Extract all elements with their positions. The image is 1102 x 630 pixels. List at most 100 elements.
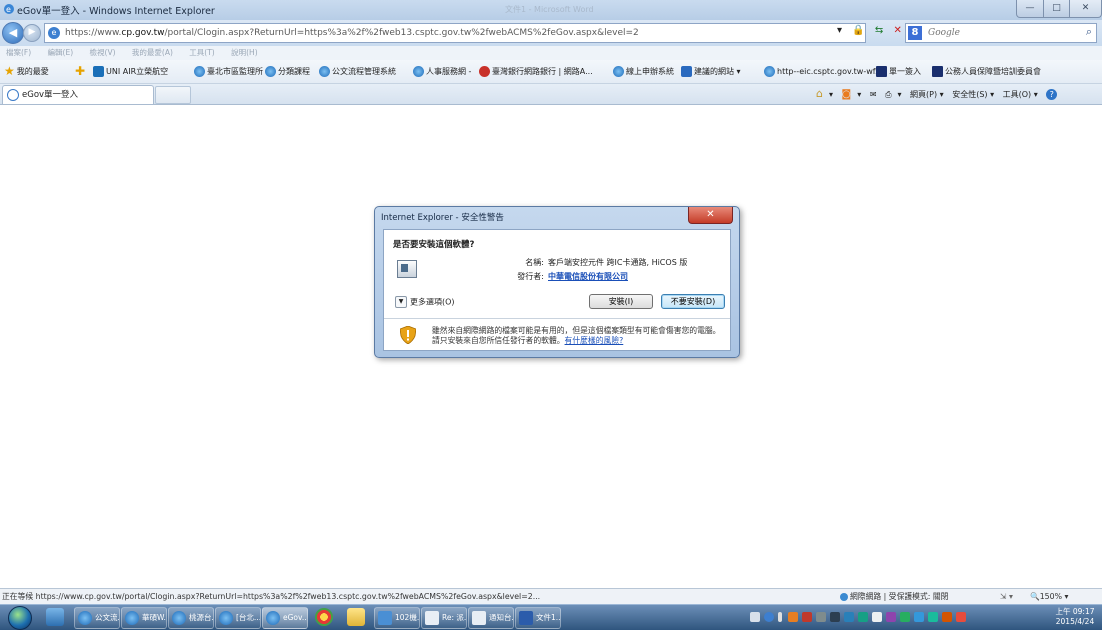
usb-icon[interactable] [816,612,826,622]
page-menu[interactable]: 網頁(P) ▾ [910,90,944,99]
fav-single-signon[interactable]: 單一簽入 [876,60,921,83]
gov-icon [932,66,943,77]
chat-icon[interactable] [914,612,924,622]
address-url[interactable]: https://www.cp.gov.tw/portal/Clogin.aspx… [65,24,639,42]
battery-icon[interactable] [830,612,840,622]
tab-bar: eGov單一登入 ⌂ ▾ ◙ ▾ ✉ ⎙ ▾ 網頁(P) ▾ 安全性(S) ▾ 工具(… [0,84,1102,105]
zoom-arrow-icon[interactable]: ⇲ ▾ [1000,589,1013,604]
update-icon[interactable] [886,612,896,622]
taskbar-item-egov[interactable]: eGov... [262,607,308,629]
menu-help[interactable]: 說明(H) [231,48,258,57]
search-box[interactable]: 8 ⌕ [905,23,1097,43]
tools-menu[interactable]: 工具(O) ▾ [1003,90,1038,99]
install-button[interactable]: 安裝(I) [589,294,653,309]
menu-tools[interactable]: 工具(T) [189,48,214,57]
sync-icon[interactable] [900,612,910,622]
menu-edit[interactable]: 編輯(E) [48,48,74,57]
risk-link[interactable]: 有什麼樣的風險? [565,336,624,345]
zoom-level[interactable]: 🔍150% ▾ [1030,589,1068,604]
help-icon[interactable]: ? [1046,89,1058,100]
status-bar: 正在等候 https://www.cp.gov.tw/portal/Clogin… [0,588,1102,605]
fav-taipei-dmv[interactable]: 臺北市區監理所 [194,60,263,83]
print-dropdown-icon[interactable]: ▾ [897,90,901,99]
network-tray-icon[interactable] [858,612,868,622]
search-icon[interactable]: ⌕ [1086,25,1092,39]
name-value: 客戶端安控元件 跨IC卡通路, HiCOS 版 [548,258,688,267]
network-app-icon[interactable] [46,608,64,626]
taskbar-item-ie1[interactable]: 公文流... [74,607,120,629]
flag-icon[interactable] [956,612,966,622]
lock-icon[interactable]: 🔒 [852,25,864,36]
taskbar: 公文流... 華碩W... 桃源台... [台北... eGov... 102機… [0,604,1102,630]
taskbar-item-102[interactable]: 102機... [374,607,420,629]
feeds-dropdown-icon[interactable]: ▾ [857,90,861,99]
home-dropdown-icon[interactable]: ▾ [829,90,833,99]
address-bar[interactable]: e https://www.cp.gov.tw/portal/Clogin.as… [44,23,866,43]
menu-favorites[interactable]: 我的最愛(A) [132,48,173,57]
help-tray-icon[interactable] [764,612,774,622]
cloud-icon[interactable] [928,612,938,622]
fav-online-application[interactable]: 線上申辦系統 [613,60,674,83]
stop-icon[interactable]: ✕ [893,25,901,36]
taskbar-item-ie3[interactable]: 桃源台... [168,607,214,629]
window-titlebar: e eGov單一登入 - Windows Internet Explorer 文… [0,0,1102,21]
clock[interactable]: 上午 09:17 2015/4/24 [1050,607,1100,627]
new-tab-button[interactable] [155,86,191,104]
tab-egov[interactable]: eGov單一登入 [2,85,154,104]
publisher-link[interactable]: 中華電信股份有限公司 [548,271,628,282]
taskbar-item-ie4[interactable]: [台北... [215,607,261,629]
svg-text:e: e [6,5,11,14]
favorites-button[interactable]: ★ 我的最愛 [4,60,49,83]
taskbar-item-re[interactable]: Re: 派... [421,607,467,629]
print-icon[interactable]: ⎙ [885,90,891,99]
display-icon[interactable] [844,612,854,622]
keyboard-icon[interactable] [750,612,760,622]
taskbar-item-ie2[interactable]: 華碩W... [121,607,167,629]
dropdown-arrow-icon[interactable]: ▾ [837,25,842,36]
dont-install-button[interactable]: 不要安裝(D) [661,294,725,309]
refresh-icon[interactable]: ⇆ [875,25,883,36]
volume-icon[interactable] [872,612,882,622]
fav-add-icon[interactable]: ✚ [75,60,87,83]
ie-logo-icon: e [3,3,15,15]
ie-page-icon [265,66,276,77]
office-tray-icon[interactable] [788,612,798,622]
folder-icon[interactable] [347,608,365,626]
fav-courses[interactable]: 分類課程 [265,60,310,83]
mail-icon[interactable]: ✉ [870,90,877,99]
start-button[interactable] [8,606,32,630]
back-button[interactable]: ◀ [2,22,24,44]
home-icon[interactable]: ⌂ [816,87,823,100]
safety-menu[interactable]: 安全性(S) ▾ [952,90,994,99]
search-input[interactable] [926,25,1080,41]
taskbar-item-notice[interactable]: 通知台... [468,607,514,629]
dialog-close-button[interactable]: ✕ [688,207,733,224]
feeds-icon[interactable]: ◙ [842,89,852,100]
name-label: 名稱: [525,258,544,267]
menu-view[interactable]: 檢視(V) [90,48,116,57]
fav-suggested-sites[interactable]: 建議的網站 ▾ [681,60,741,83]
command-bar: ⌂ ▾ ◙ ▾ ✉ ⎙ ▾ 網頁(P) ▾ 安全性(S) ▾ 工具(O) ▾ ? [816,84,1063,104]
minimize-button[interactable]: — [1016,0,1044,18]
security-zone[interactable]: 網際網路 | 受保護模式: 關閉 [840,589,948,604]
publisher-label: 發行者: [517,272,544,281]
taskbar-item-word[interactable]: 文件1... [515,607,561,629]
window-title: eGov單一登入 - Windows Internet Explorer [17,6,215,17]
fav-hr-service[interactable]: 人事服務網 - [413,60,471,83]
ie-icon [219,611,233,625]
chrome-icon[interactable] [315,608,333,626]
fav-uniair[interactable]: UNI AIR立榮航空 [93,60,168,83]
menu-file[interactable]: 檔案(F) [6,48,31,57]
fav-document-flow[interactable]: 公文流程管理系統 [319,60,396,83]
forward-button[interactable]: ▶ [23,24,41,42]
antivirus-icon[interactable] [802,612,812,622]
back-arrow-icon: ◀ [8,26,18,39]
maximize-button[interactable]: □ [1043,0,1070,18]
fav-civil-service-committee[interactable]: 公務人員保障暨培訓委員會 [932,60,1041,83]
java-icon[interactable] [942,612,952,622]
suggested-sites-icon [681,66,692,77]
close-window-button[interactable]: ✕ [1069,0,1102,18]
more-options-toggle[interactable]: ▼ 更多選項(O) [395,296,455,308]
fav-bank-of-taiwan[interactable]: 臺灣銀行網路銀行 | 網路A... [479,60,593,83]
fav-eic-csptc[interactable]: http--eic.csptc.gov.tw-wf... [764,60,883,83]
